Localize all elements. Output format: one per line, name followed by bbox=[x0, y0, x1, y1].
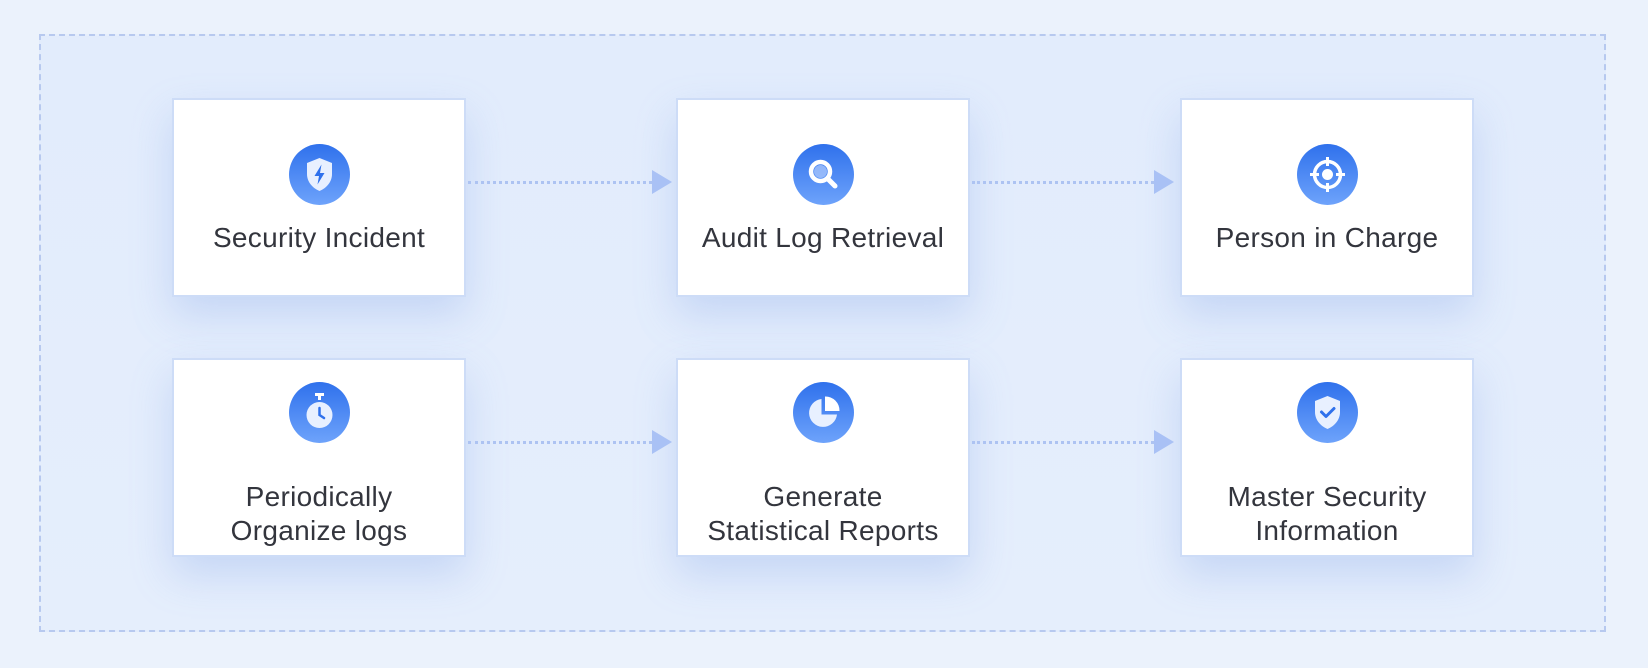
node-generate-statistical-reports: Generate Statistical Reports bbox=[676, 358, 970, 557]
node-label-line: Organize logs bbox=[230, 515, 408, 546]
node-person-in-charge: Person in Charge bbox=[1180, 98, 1474, 297]
edge-arrow bbox=[972, 167, 1176, 197]
stopwatch-icon bbox=[288, 382, 350, 443]
edge-line bbox=[468, 181, 652, 184]
arrowhead-icon bbox=[1154, 170, 1174, 194]
shield-check-icon bbox=[1296, 382, 1358, 443]
arrowhead-icon bbox=[1154, 430, 1174, 454]
node-label-line: Generate bbox=[763, 481, 883, 512]
node-periodically-organize-logs: Periodically Organize logs bbox=[172, 358, 466, 557]
node-label-line: Periodically bbox=[245, 481, 393, 512]
shield-bolt-icon bbox=[288, 144, 350, 205]
edge-line bbox=[972, 181, 1154, 184]
node-label-line: Information bbox=[1255, 515, 1399, 546]
edge-arrow bbox=[468, 167, 674, 197]
node-security-incident: Security Incident bbox=[172, 98, 466, 297]
node-label-line: Statistical Reports bbox=[707, 515, 939, 546]
node-label: Person in Charge bbox=[1215, 222, 1439, 253]
arrowhead-icon bbox=[652, 430, 672, 454]
edge-arrow bbox=[468, 427, 674, 457]
search-icon bbox=[792, 144, 854, 205]
edge-line bbox=[972, 441, 1154, 444]
node-label: Master Security Information bbox=[1182, 480, 1472, 548]
node-master-security-information: Master Security Information bbox=[1180, 358, 1474, 557]
node-label: Generate Statistical Reports bbox=[678, 480, 968, 548]
arrowhead-icon bbox=[652, 170, 672, 194]
node-label: Audit Log Retrieval bbox=[701, 222, 945, 253]
node-label: Periodically Organize logs bbox=[174, 480, 464, 548]
node-label: Security Incident bbox=[212, 222, 426, 253]
node-label-line: Master Security bbox=[1227, 481, 1427, 512]
edge-arrow bbox=[972, 427, 1176, 457]
pie-chart-icon bbox=[792, 382, 854, 443]
node-audit-log-retrieval: Audit Log Retrieval bbox=[676, 98, 970, 297]
edge-line bbox=[468, 441, 652, 444]
target-icon bbox=[1296, 144, 1358, 205]
